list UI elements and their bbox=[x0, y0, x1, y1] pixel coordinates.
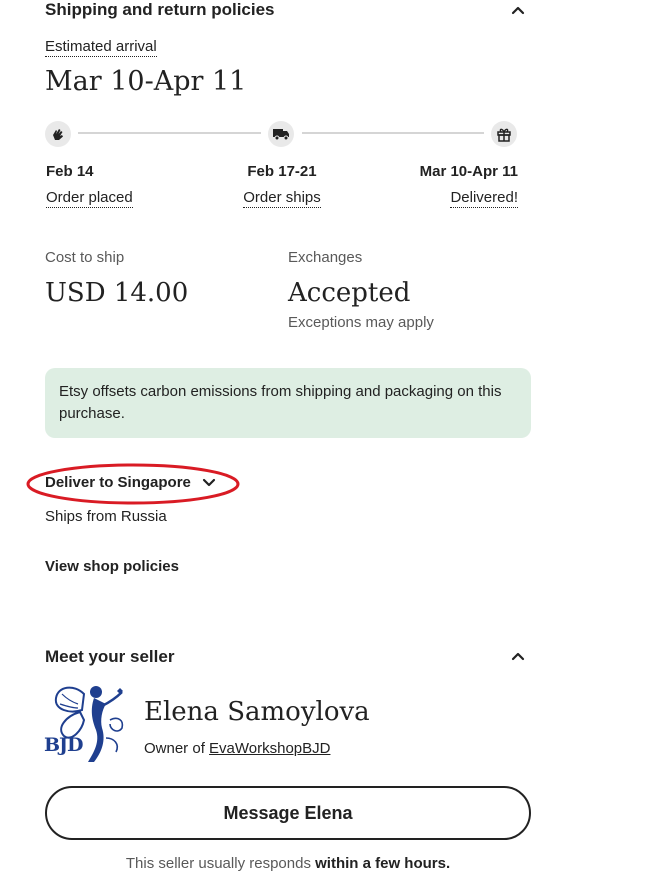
timeline-connector bbox=[302, 132, 484, 134]
view-shop-policies-link[interactable]: View shop policies bbox=[45, 558, 179, 575]
annotation-circle bbox=[26, 463, 240, 505]
cost-to-ship-value: USD 14.00 bbox=[45, 278, 189, 308]
estimated-arrival-value: Mar 10-Apr 11 bbox=[45, 66, 247, 97]
response-time: within a few hours. bbox=[315, 855, 451, 872]
order-placed-text[interactable]: Order placed bbox=[46, 189, 133, 208]
owner-prefix: Owner of bbox=[144, 740, 210, 757]
exchanges-note: Exceptions may apply bbox=[288, 314, 434, 331]
timeline-label-delivered[interactable]: Delivered! bbox=[398, 189, 518, 208]
message-seller-label[interactable]: Message Elena bbox=[223, 803, 352, 824]
logo-bjd-text: BJD bbox=[44, 734, 84, 756]
order-ships-text[interactable]: Order ships bbox=[243, 189, 321, 208]
chevron-up-icon[interactable] bbox=[511, 5, 525, 15]
truck-icon bbox=[268, 121, 294, 147]
timeline-connector bbox=[78, 132, 261, 134]
timeline-label-order-ships[interactable]: Order ships bbox=[222, 189, 342, 208]
shop-name-link[interactable]: EvaWorkshopBJD bbox=[209, 740, 330, 757]
response-prefix: This seller usually responds bbox=[125, 855, 316, 872]
estimated-arrival-label[interactable]: Estimated arrival bbox=[45, 38, 157, 57]
gift-icon bbox=[491, 121, 517, 147]
ships-from-text: Ships from Russia bbox=[45, 508, 167, 525]
timeline-label-order-placed[interactable]: Order placed bbox=[46, 189, 133, 208]
message-seller-button[interactable]: Message Elena bbox=[45, 786, 531, 840]
shop-logo[interactable]: BJD bbox=[44, 680, 132, 768]
timeline-date-delivered: Mar 10-Apr 11 bbox=[419, 163, 518, 180]
carbon-offset-banner: Etsy offsets carbon emissions from shipp… bbox=[45, 368, 531, 438]
seller-name: Elena Samoylova bbox=[144, 697, 370, 727]
response-time-note: This seller usually responds within a fe… bbox=[45, 855, 531, 872]
delivered-text[interactable]: Delivered! bbox=[450, 189, 518, 208]
timeline-date-order-ships: Feb 17-21 bbox=[247, 163, 317, 180]
chevron-up-icon[interactable] bbox=[511, 651, 525, 661]
estimated-arrival-text[interactable]: Estimated arrival bbox=[45, 38, 157, 57]
seller-section-title: Meet your seller bbox=[45, 647, 175, 666]
exchanges-label: Exchanges bbox=[288, 249, 363, 266]
hand-icon bbox=[45, 121, 71, 147]
cost-to-ship-label: Cost to ship bbox=[45, 249, 125, 266]
seller-owner-line: Owner of EvaWorkshopBJD bbox=[144, 740, 330, 757]
carbon-offset-text: Etsy offsets carbon emissions from shipp… bbox=[59, 383, 502, 422]
exchanges-value: Accepted bbox=[288, 278, 411, 308]
shipping-section-title: Shipping and return policies bbox=[45, 0, 275, 19]
timeline-date-order-placed: Feb 14 bbox=[46, 163, 94, 180]
